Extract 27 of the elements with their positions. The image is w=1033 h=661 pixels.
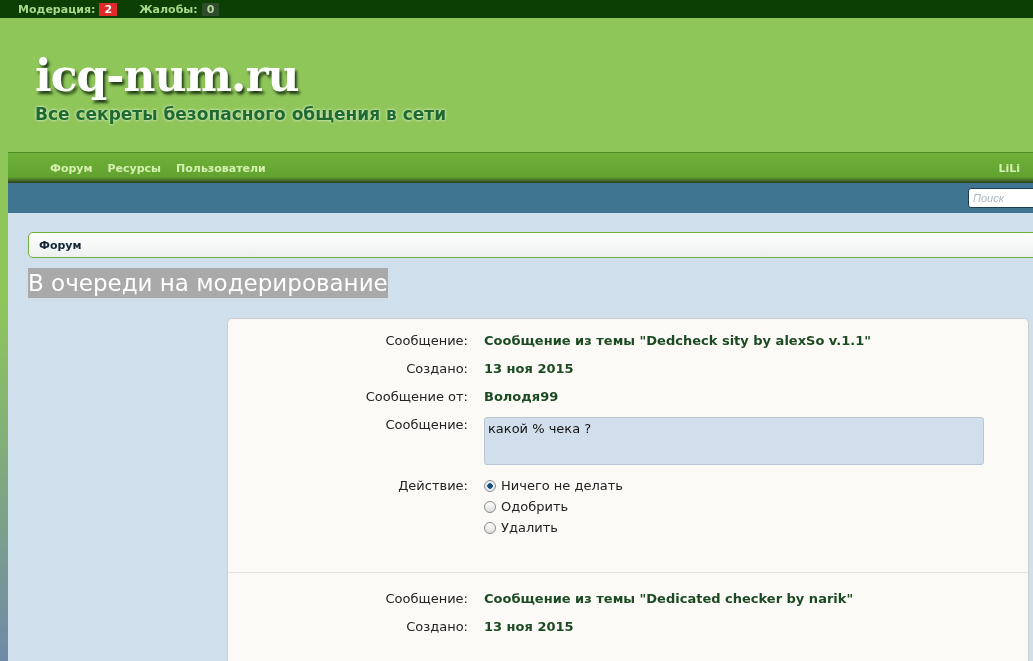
field-label: Сообщение: [385, 333, 468, 348]
field-label: Действие: [398, 478, 468, 493]
page-title: В очереди на модерирование [28, 268, 388, 298]
moderation-label[interactable]: Жалобы: [139, 2, 198, 16]
message-box[interactable]: какой % чека ? [484, 417, 984, 465]
field-value[interactable]: Володя99 [484, 389, 1028, 404]
site-tagline: Все секреты безопасного общения в сети [35, 104, 448, 124]
count-badge: 0 [201, 2, 220, 16]
field-label: Создано: [406, 619, 468, 634]
moderation-label[interactable]: Модерация: [18, 2, 96, 16]
field-label: Сообщение: [385, 417, 468, 432]
radio-button[interactable] [484, 479, 496, 492]
field-label: Создано: [406, 361, 468, 376]
radio-button[interactable] [484, 521, 496, 534]
breadcrumb-link[interactable]: Форум [39, 238, 82, 252]
radio-button[interactable] [484, 500, 496, 513]
radio-label[interactable]: Одобрить [501, 499, 569, 514]
search-field[interactable]: Поиск [968, 188, 1033, 208]
field-label: Сообщение от: [365, 389, 468, 404]
radio-label[interactable]: Удалить [501, 520, 558, 535]
field-value: 13 ноя 2015 [484, 361, 575, 376]
radio-label[interactable]: Ничего не делать [501, 478, 623, 493]
count-badge: 2 [99, 2, 118, 16]
field-label: Сообщение: [385, 591, 468, 606]
field-value: Сообщение из темы "Dedicated checker by narik" [484, 591, 855, 606]
field-value: 13 ноя 2015 [484, 619, 575, 634]
field-value: Сообщение из темы "Dedcheck sity by alexSo v.1.1" [484, 333, 872, 348]
